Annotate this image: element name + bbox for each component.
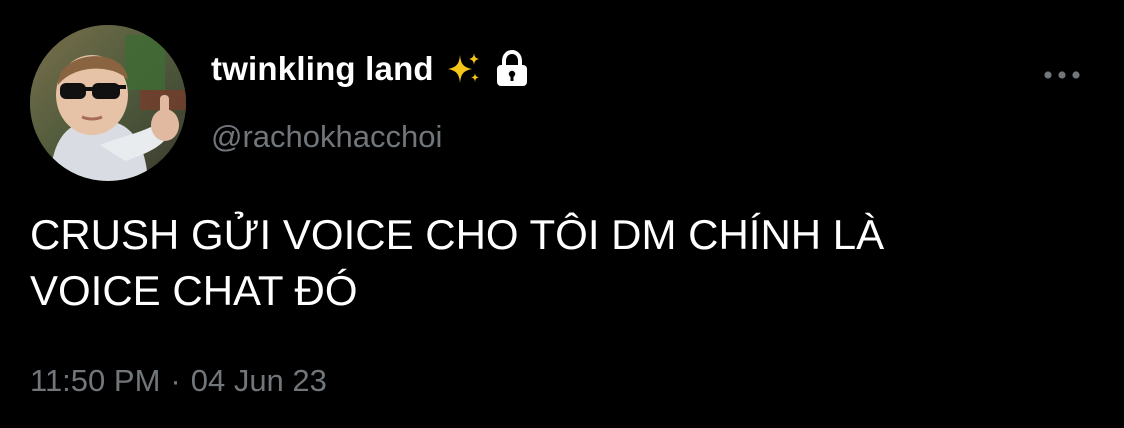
sparkles-icon [446,51,482,87]
tweet-date[interactable]: 04 Jun 23 [191,363,327,398]
avatar[interactable] [30,25,186,181]
lock-icon [494,49,530,88]
tweet-time[interactable]: 11:50 PM [30,363,160,398]
author-name-row: twinkling land [211,44,530,94]
more-horizontal-icon[interactable] [1036,60,1088,90]
timestamp-separator: · [170,363,181,398]
tweet-timestamp[interactable]: 11:50 PM · 04 Jun 23 [30,363,327,399]
tweet-card: twinkling land @rachokhacchoi CRUSH GỬI … [0,0,1124,428]
author-handle[interactable]: @rachokhacchoi [211,119,442,155]
tweet-text: CRUSH GỬI VOICE CHO TÔI DM CHÍNH LÀ VOIC… [30,211,885,314]
display-name[interactable]: twinkling land [211,50,434,88]
avatar-image [30,25,186,181]
